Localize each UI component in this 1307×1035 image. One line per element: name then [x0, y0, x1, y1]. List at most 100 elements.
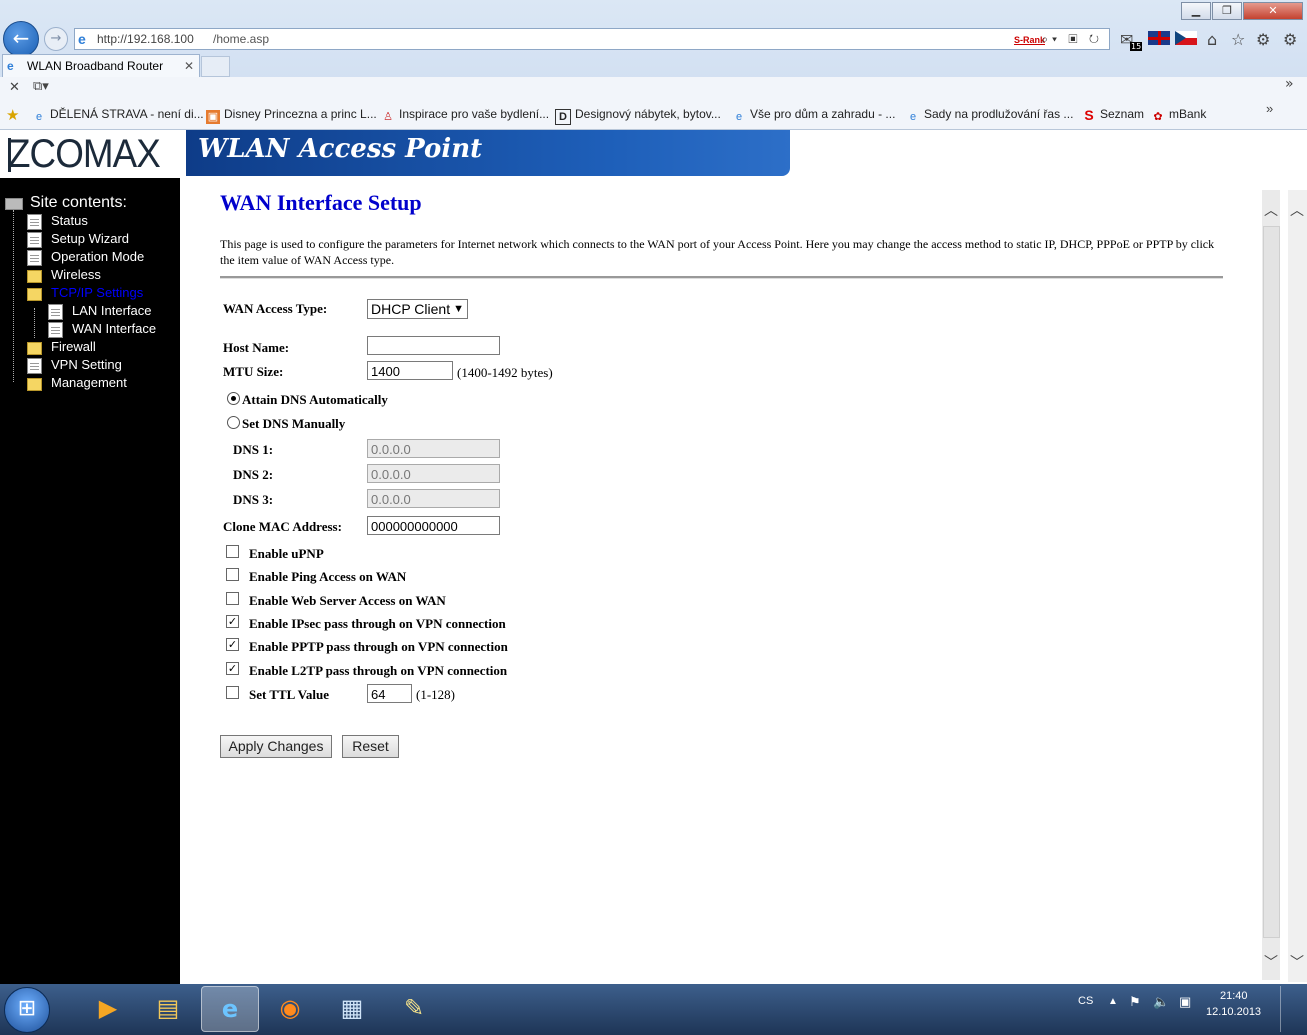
- document-icon: [27, 214, 42, 230]
- ping-wan-checkbox[interactable]: [226, 568, 239, 581]
- sidebar-item-vpn-setting[interactable]: VPN Setting: [27, 357, 122, 374]
- folder-icon: [27, 378, 42, 391]
- paint-icon[interactable]: ✎: [386, 986, 442, 1030]
- internet-explorer-icon[interactable]: e: [201, 986, 259, 1032]
- frame-scrollbar[interactable]: ︿ ﹀: [1262, 190, 1280, 980]
- mtu-note: (1400-1492 bytes): [457, 365, 553, 380]
- action-center-flag-icon[interactable]: ⚑: [1129, 994, 1141, 1010]
- sidebar-item-status[interactable]: Status: [27, 213, 88, 230]
- upnp-checkbox[interactable]: [226, 545, 239, 558]
- frame-scroll-thumb[interactable]: [1263, 226, 1280, 938]
- window-scrollbar[interactable]: ︿ ﹀: [1288, 190, 1307, 982]
- gear-icon[interactable]: ⚙: [1256, 30, 1270, 49]
- sidebar-item-setup-wizard[interactable]: Setup Wizard: [27, 231, 129, 248]
- home-icon[interactable]: ⌂: [1207, 30, 1217, 49]
- scroll-up-icon[interactable]: ︿: [1262, 200, 1280, 220]
- dns-auto-label: Attain DNS Automatically: [242, 392, 388, 407]
- seznam-icon: S: [1084, 107, 1094, 123]
- dns3-label: DNS 3:: [233, 492, 274, 507]
- url-path: /home.asp: [213, 32, 270, 46]
- web-server-wan-checkbox[interactable]: [226, 592, 239, 605]
- url-host: http://192.168.100: [97, 32, 194, 46]
- cz-flag-icon[interactable]: [1175, 31, 1197, 45]
- clock-date[interactable]: 12.10.2013: [1206, 1006, 1261, 1018]
- settings-gear-icon[interactable]: ⚙: [1283, 30, 1297, 49]
- ipsec-checkbox[interactable]: ✓: [226, 615, 239, 628]
- ttl-checkbox[interactable]: [226, 686, 239, 699]
- dns3-input[interactable]: 0.0.0.0: [367, 489, 500, 508]
- chevron-down-icon: ▼: [453, 303, 464, 315]
- address-bar[interactable]: e http://192.168.100 /home.asp S-Rank ⌕▾…: [74, 28, 1110, 50]
- document-icon: [27, 232, 42, 248]
- tab-wlan-router[interactable]: e WLAN Broadband Router ✕: [2, 54, 200, 77]
- clock-time[interactable]: 21:40: [1220, 990, 1248, 1002]
- pptp-label: Enable PPTP pass through on VPN connecti…: [249, 639, 508, 654]
- page-description: This page is used to configure the param…: [220, 237, 1215, 267]
- scroll-up-icon[interactable]: ︿: [1288, 200, 1306, 220]
- l2tp-checkbox[interactable]: ✓: [226, 662, 239, 675]
- sidebar-item-management[interactable]: Management: [27, 375, 127, 391]
- document-icon: [27, 250, 42, 266]
- dns2-input[interactable]: 0.0.0.0: [367, 464, 500, 483]
- mail-badge: 15: [1130, 42, 1143, 51]
- d-letter-icon: D: [555, 109, 571, 125]
- volume-icon[interactable]: 🔈: [1153, 994, 1169, 1010]
- new-tab-button[interactable]: [201, 56, 230, 77]
- dns-auto-radio[interactable]: [227, 392, 240, 405]
- forward-button[interactable]: →: [44, 27, 68, 51]
- clone-mac-input[interactable]: 000000000000: [367, 516, 500, 535]
- scroll-down-icon[interactable]: ﹀: [1288, 952, 1306, 972]
- pptp-checkbox[interactable]: ✓: [226, 638, 239, 651]
- person-icon: ♙: [383, 111, 393, 123]
- uk-flag-icon[interactable]: [1148, 31, 1170, 45]
- sidebar-item-wireless[interactable]: Wireless: [27, 267, 101, 283]
- reset-button[interactable]: Reset: [342, 735, 399, 758]
- fav-item[interactable]: ✿ mBank: [1151, 107, 1206, 124]
- sidebar-item-tcpip-settings[interactable]: TCP/IP Settings: [27, 285, 143, 301]
- dns-manual-radio[interactable]: [227, 416, 240, 429]
- media-player-icon[interactable]: ▶: [80, 986, 136, 1030]
- compat-view-icon[interactable]: ⧉▾: [33, 79, 49, 94]
- restore-button[interactable]: ❐: [1212, 2, 1242, 20]
- fav-item[interactable]: e Sady na prodlužování řas ...: [906, 107, 1073, 124]
- show-hidden-icons-icon[interactable]: ▲: [1108, 996, 1118, 1007]
- host-name-input[interactable]: [367, 336, 500, 355]
- fav-item[interactable]: e DĚLENÁ STRAVA - není di...: [32, 107, 204, 124]
- sidebar-item-wan-interface[interactable]: WAN Interface: [48, 321, 156, 338]
- favorites-star-icon[interactable]: ★: [6, 106, 19, 124]
- favorites-star-icon[interactable]: ☆: [1231, 30, 1245, 49]
- sidebar-item-firewall[interactable]: Firewall: [27, 339, 96, 355]
- address-tools[interactable]: ⌕▾ ▣ ↻: [1041, 29, 1103, 49]
- stop-icon[interactable]: ✕: [9, 80, 20, 95]
- ttl-input[interactable]: 64: [367, 684, 412, 703]
- fav-item[interactable]: e Vše pro dům a zahradu - ...: [732, 107, 895, 124]
- network-app-icon[interactable]: ▦: [324, 986, 380, 1030]
- minimize-button[interactable]: ▁: [1181, 2, 1211, 20]
- apply-changes-button[interactable]: Apply Changes: [220, 735, 332, 758]
- tab-close-icon[interactable]: ✕: [184, 55, 194, 77]
- language-indicator[interactable]: CS: [1078, 995, 1093, 1007]
- explorer-folder-icon[interactable]: ▤: [140, 986, 196, 1030]
- wan-access-type-select[interactable]: DHCP Client ▼: [367, 299, 468, 319]
- chevron-right-icon[interactable]: »: [1285, 76, 1294, 92]
- page-title: WAN Interface Setup: [220, 190, 422, 215]
- show-desktop-button[interactable]: [1280, 986, 1307, 1032]
- host-name-label: Host Name:: [223, 340, 290, 355]
- more-favorites-icon[interactable]: »: [1266, 101, 1273, 116]
- fav-item[interactable]: D Designový nábytek, bytov...: [555, 107, 721, 125]
- tab-title: WLAN Broadband Router: [27, 59, 164, 73]
- firefox-icon[interactable]: ◉: [262, 986, 318, 1030]
- sidebar-item-lan-interface[interactable]: LAN Interface: [48, 303, 152, 320]
- mtu-input[interactable]: 1400: [367, 361, 453, 380]
- close-window-button[interactable]: ✕: [1243, 2, 1303, 20]
- start-button[interactable]: ⊞: [4, 987, 50, 1033]
- fav-item[interactable]: S Seznam: [1082, 107, 1144, 122]
- fav-item[interactable]: ▣ Disney Princezna a princ L...: [206, 107, 377, 124]
- fav-item[interactable]: ♙ Inspirace pro vaše bydlení...: [381, 107, 549, 124]
- document-icon: [48, 304, 63, 320]
- scroll-down-icon[interactable]: ﹀: [1262, 952, 1280, 972]
- back-button[interactable]: ←: [3, 21, 39, 57]
- network-icon[interactable]: ▣: [1179, 994, 1191, 1010]
- sidebar-item-operation-mode[interactable]: Operation Mode: [27, 249, 144, 266]
- dns1-input[interactable]: 0.0.0.0: [367, 439, 500, 458]
